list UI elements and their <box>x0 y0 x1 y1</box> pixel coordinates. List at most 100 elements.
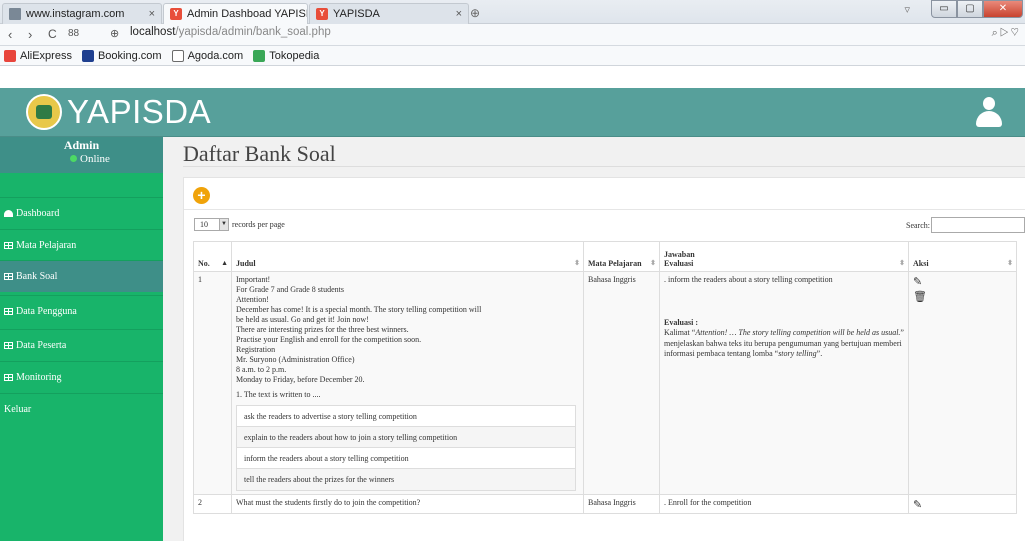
table-icon <box>4 374 13 381</box>
cell-judul: Important! For Grade 7 and Grade 8 studen… <box>231 271 584 495</box>
search-label: Search: <box>906 220 930 230</box>
chevron-down-icon: ▼ <box>219 219 228 230</box>
back-icon[interactable]: ‹ <box>8 27 12 42</box>
question-text: Important! For Grade 7 and Grade 8 studen… <box>236 275 579 385</box>
bank-soal-table: No. ▲ Judul ⬍ Mata Pelajaran ⬍ Jawaban Evalu… <box>193 241 1017 514</box>
column-label: Aksi <box>913 259 929 268</box>
sidebar-item-bank-soal[interactable]: Bank Soal <box>0 260 163 292</box>
browser-tab-yapisda[interactable]: Y YAPISDA × <box>309 3 469 24</box>
question-line: There are interesting prizes for the thr… <box>236 325 409 334</box>
tab-title: YAPISDA <box>333 8 380 20</box>
bookmarks-bar: AliExpress Booking.com Agoda.com Tokoped… <box>0 46 1025 66</box>
search-input[interactable] <box>931 217 1025 233</box>
online-dot-icon <box>70 155 77 162</box>
document-icon <box>9 8 21 20</box>
bookmark-label: Booking.com <box>97 49 162 62</box>
sidebar-item-label: Data Peserta <box>16 340 67 351</box>
question-line: Registration <box>236 345 276 354</box>
question-line: be held as usual. Go and get it! Join no… <box>236 315 369 324</box>
bookmark-agoda[interactable]: Agoda.com <box>171 49 243 62</box>
maximize-icon[interactable]: ▢ <box>957 0 983 18</box>
brand-title[interactable]: YAPISDA <box>67 93 211 131</box>
sidebar-item-monitoring[interactable]: Monitoring <box>0 361 163 393</box>
address-actions[interactable]: ⌕▷♡ <box>992 27 1021 40</box>
forward-icon[interactable]: › <box>28 27 32 42</box>
sort-icon: ⬍ <box>899 259 905 267</box>
add-question-button[interactable]: + <box>193 187 210 204</box>
new-tab-icon[interactable]: ⊕ <box>470 6 484 20</box>
sidebar-item-label: Keluar <box>4 404 32 415</box>
evaluasi-quote: Attention! … The story telling competiti… <box>695 328 901 337</box>
edit-pencil-icon[interactable]: ✎ <box>913 498 925 511</box>
url-path: /yapisda/admin/bank_soal.php <box>175 26 331 38</box>
column-label: Jawaban <box>664 250 695 259</box>
tokopedia-icon <box>253 49 266 62</box>
table-icon <box>4 273 13 280</box>
bookmark-booking[interactable]: Booking.com <box>81 49 162 62</box>
delete-trash-icon[interactable]: 🗑 <box>913 290 927 303</box>
window-controls: ▭ ▢ ✕ <box>931 0 1023 18</box>
cell-no: 2 <box>193 494 232 514</box>
yapisda-favicon-icon: Y <box>316 8 328 20</box>
apps-grid-icon[interactable]: 88 <box>68 28 79 39</box>
question-line: Important! <box>236 275 271 284</box>
cell-jawaban: . Enroll for the competition <box>659 494 909 514</box>
browser-tab-admin[interactable]: Y Admin Dashboad YAPISD × <box>163 3 308 24</box>
sidebar-item-label: Bank Soal <box>16 271 58 282</box>
column-header-judul[interactable]: Judul ⬍ <box>231 241 584 272</box>
sidebar-item-label: Monitoring <box>16 372 62 383</box>
bookmark-tokopedia[interactable]: Tokopedia <box>253 49 320 62</box>
browser-tab-instagram[interactable]: www.instagram.com × <box>2 3 162 24</box>
question-line: December has come! It is a special month… <box>236 305 482 314</box>
edit-pencil-icon[interactable]: ✎ <box>913 275 925 288</box>
sidebar: Admin Online Dashboard Mata Pelajaran Ba… <box>0 137 163 541</box>
table-icon <box>4 242 13 249</box>
close-icon[interactable]: × <box>149 8 155 20</box>
close-icon[interactable]: × <box>456 8 462 20</box>
bookmark-label: Tokopedia <box>269 49 320 62</box>
bookmark-aliexpress[interactable]: AliExpress <box>4 49 72 62</box>
records-per-page: 10 ▼ records per page <box>194 218 285 231</box>
evaluasi-text: Kalimat “Attention! … The story telling … <box>664 328 904 360</box>
column-header-aksi[interactable]: Aksi ⬍ <box>908 241 1017 272</box>
window-menu-icon[interactable]: ▿ <box>904 3 910 16</box>
panel-divider <box>184 209 1025 210</box>
sidebar-item-dashboard[interactable]: Dashboard <box>0 197 163 229</box>
url-host: localhost <box>130 26 176 38</box>
url-field[interactable]: localhost/yapisda/admin/bank_soal.php <box>130 26 331 38</box>
minimize-icon[interactable]: ▭ <box>931 0 957 18</box>
sidebar-item-keluar[interactable]: Keluar <box>0 393 163 425</box>
column-header-mata-pelajaran[interactable]: Mata Pelajaran ⬍ <box>583 241 660 272</box>
column-label: No. <box>198 259 210 268</box>
sidebar-item-mata-pelajaran[interactable]: Mata Pelajaran <box>0 229 163 261</box>
sidebar-profile: Admin Online <box>0 137 163 173</box>
online-status: Online <box>70 153 110 165</box>
sort-icon: ⬍ <box>650 259 656 267</box>
table-search: Search: <box>906 217 1025 233</box>
title-divider <box>183 166 1025 167</box>
page-length-select[interactable]: 10 ▼ <box>194 218 229 231</box>
sort-asc-icon: ▲ <box>221 259 228 267</box>
question-line: Attention! <box>236 295 269 304</box>
sidebar-item-data-pengguna[interactable]: Data Pengguna <box>0 295 163 327</box>
reload-icon[interactable]: C <box>48 27 57 41</box>
sort-icon: ⬍ <box>1007 259 1013 267</box>
evaluasi-label: Evaluasi : <box>664 318 699 327</box>
answer-option: inform the readers about a story telling… <box>237 448 575 469</box>
table-icon <box>4 308 13 315</box>
app-header: YAPISDA <box>0 88 1025 137</box>
bank-soal-panel: + 10 ▼ records per page Search: No. ▲ Judu… <box>183 177 1025 541</box>
evaluasi-part: ”. <box>816 349 823 358</box>
close-window-icon[interactable]: ✕ <box>983 0 1023 18</box>
evaluasi-part: Kalimat “ <box>664 328 696 337</box>
column-header-no[interactable]: No. ▲ <box>193 241 232 272</box>
answer-options: ask the readers to advertise a story tel… <box>236 405 576 491</box>
column-header-jawaban[interactable]: Jawaban Evaluasi ⬍ <box>659 241 909 272</box>
table-row: 1 Important! For Grade 7 and Grade 8 stud… <box>193 271 1017 495</box>
sidebar-item-data-peserta[interactable]: Data Peserta <box>0 329 163 361</box>
column-label: Mata Pelajaran <box>588 259 642 268</box>
cell-aksi: ✎ <box>908 494 1017 514</box>
user-icon[interactable] <box>975 97 1003 127</box>
question-line: For Grade 7 and Grade 8 students <box>236 285 344 294</box>
tab-title: Admin Dashboad YAPISD <box>187 8 308 20</box>
